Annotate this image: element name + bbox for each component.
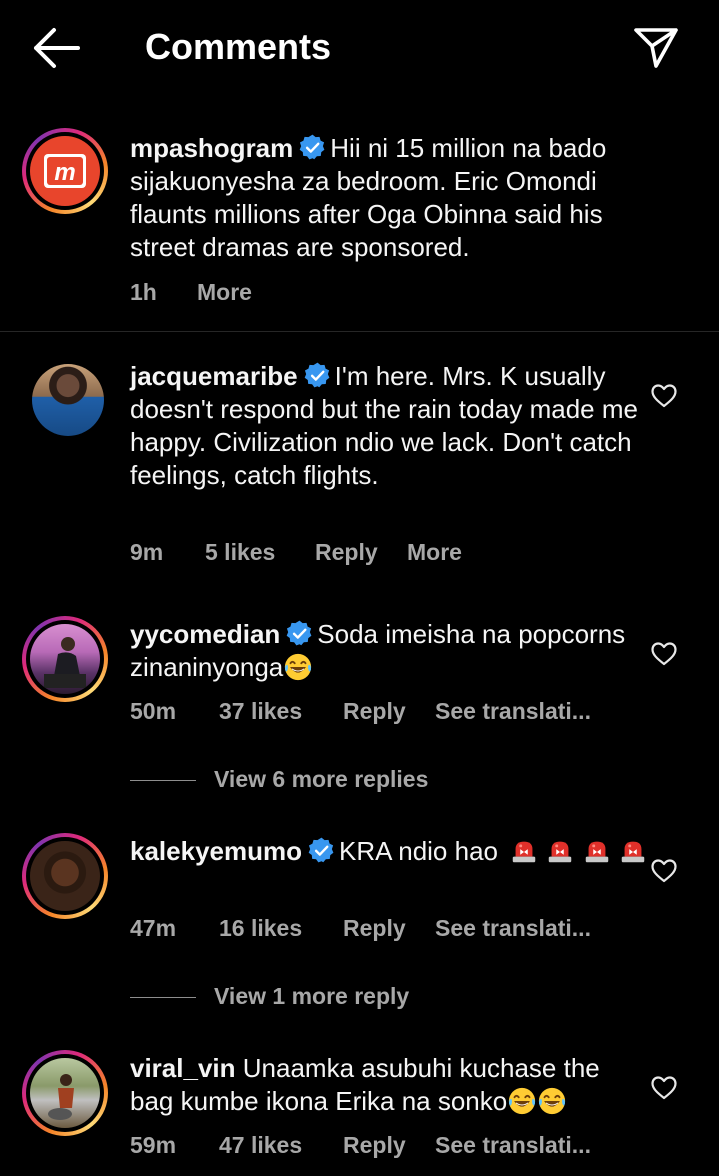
caption-avatar[interactable]: m (22, 128, 108, 214)
page-title: Comments (145, 26, 332, 67)
divider-line (130, 997, 196, 998)
comment-text: yycomedian Soda imeisha na popcorns zinan… (130, 618, 650, 684)
comment-time: 9m (130, 539, 164, 565)
comment-text: jacquemaribe I'm here. Mrs. K usually doe… (130, 360, 650, 492)
likes-count[interactable]: 47 likes (219, 1132, 302, 1159)
laughing-emoji-icon (507, 1086, 537, 1116)
caption-more-button[interactable]: More (197, 279, 252, 306)
paper-plane-icon[interactable] (632, 24, 680, 70)
comment-username[interactable]: jacquemaribe (130, 361, 298, 391)
view-replies-label[interactable]: View 6 more replies (214, 766, 428, 793)
siren-emoji-icon (509, 836, 539, 866)
view-replies-label[interactable]: View 1 more reply (214, 983, 409, 1010)
caption-time: 1h (130, 279, 157, 305)
user-avatar[interactable] (22, 616, 108, 702)
caption-username[interactable]: mpashogram (130, 133, 293, 163)
see-translation-button[interactable]: See translati... (435, 698, 591, 725)
caption-text: mpashogram Hii ni 15 million na bado sija… (130, 132, 650, 264)
comment-time: 47m (130, 915, 177, 941)
post-caption: m mpashogram Hii ni 15 million na bado si… (0, 110, 719, 332)
comment-time: 59m (130, 1132, 177, 1158)
reply-button[interactable]: Reply (343, 915, 406, 942)
user-avatar[interactable] (22, 1050, 108, 1136)
see-translation-button[interactable]: See translati... (435, 1132, 591, 1159)
verified-badge-icon (299, 134, 326, 161)
reply-button[interactable]: Reply (315, 539, 378, 566)
siren-emoji-icon (582, 836, 612, 866)
more-button[interactable]: More (407, 539, 462, 566)
reply-button[interactable]: Reply (343, 1132, 406, 1159)
top-bar: Comments (0, 0, 719, 96)
heart-icon[interactable] (651, 384, 677, 408)
heart-icon[interactable] (651, 859, 677, 883)
view-more-replies[interactable]: View 1 more reply (130, 983, 550, 1013)
mpasho-logo-icon: m (30, 136, 100, 206)
likes-count[interactable]: 16 likes (219, 915, 302, 942)
siren-emoji-icon (545, 836, 575, 866)
comment-text: viral_vin Unaamka asubuhi kuchase the ba… (130, 1052, 650, 1118)
person-silhouette-icon (44, 637, 86, 688)
comment-text: kalekyemumo KRA ndio hao (130, 835, 650, 868)
likes-count[interactable]: 5 likes (205, 539, 275, 566)
svg-text:m: m (54, 159, 75, 186)
comment-username[interactable]: yycomedian (130, 619, 280, 649)
laughing-emoji-icon (537, 1086, 567, 1116)
heart-icon[interactable] (651, 642, 677, 666)
user-avatar[interactable] (22, 833, 108, 919)
comment-username[interactable]: kalekyemumo (130, 836, 302, 866)
view-more-replies[interactable]: View 6 more replies (130, 766, 550, 796)
verified-badge-icon (286, 620, 313, 647)
back-arrow-icon[interactable] (30, 26, 82, 70)
person-photo-icon (48, 1074, 74, 1120)
siren-emoji-icon (618, 836, 648, 866)
laughing-emoji-icon (283, 652, 313, 682)
heart-icon[interactable] (651, 1076, 677, 1100)
comment-username[interactable]: viral_vin (130, 1053, 236, 1083)
user-avatar[interactable] (32, 364, 104, 436)
divider-line (130, 780, 196, 781)
verified-badge-icon (304, 362, 331, 389)
likes-count[interactable]: 37 likes (219, 698, 302, 725)
comment-time: 50m (130, 698, 177, 724)
reply-button[interactable]: Reply (343, 698, 406, 725)
verified-badge-icon (308, 837, 335, 864)
see-translation-button[interactable]: See translati... (435, 915, 591, 942)
comment-body: KRA ndio hao (338, 836, 498, 866)
